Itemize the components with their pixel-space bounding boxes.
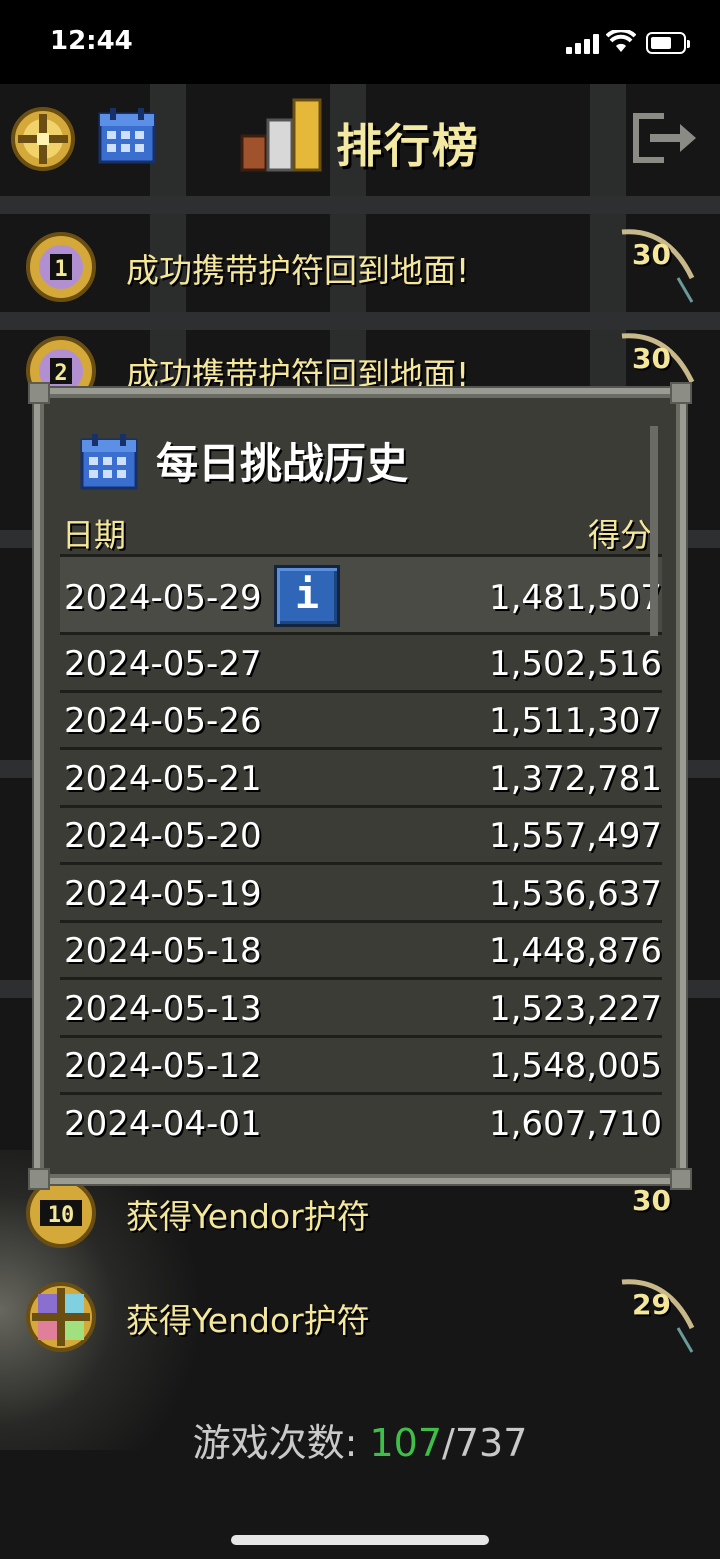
history-row[interactable]: 2024-05-18 1,448,876 (60, 919, 662, 978)
amulet-icon (26, 1282, 96, 1352)
column-header-score: 得分 (587, 516, 652, 554)
rank-medal-icon: 1 (26, 232, 96, 302)
history-row[interactable]: 2024-05-19 1,536,637 (60, 862, 662, 920)
history-row[interactable]: 2024-05-21 1,372,781 (60, 747, 662, 805)
scrollbar[interactable] (650, 426, 658, 636)
history-score: 1,557,497 (488, 816, 662, 856)
history-row[interactable]: 2024-05-12 1,548,005 (60, 1034, 662, 1093)
ranking-row[interactable]: 1 成功携带护符回到地面! 30 (0, 218, 720, 318)
history-score: 1,502,516 (488, 643, 662, 684)
history-date: 2024-04-01 (64, 1103, 262, 1144)
ranking-label: 获得Yendor护符 (126, 1301, 370, 1340)
ranking-score: 30 (632, 342, 671, 375)
status-time: 12:44 (50, 26, 133, 56)
rank-number: 10 (48, 1203, 75, 1228)
ranking-label: 成功携带护符回到地面! (126, 251, 470, 290)
dialog-title: 每日挑战历史 (156, 439, 409, 488)
column-header-date: 日期 (62, 516, 127, 554)
calendar-icon[interactable] (98, 106, 156, 164)
daily-history-dialog: 每日挑战历史 日期 得分 2024-05-29 i 1,481,507 2024… (28, 382, 692, 1190)
rank-number: 2 (54, 361, 67, 386)
ranking-label: 获得Yendor护符 (126, 1197, 370, 1236)
games-played-label: 游戏次数: (192, 1421, 370, 1465)
exit-icon[interactable] (630, 112, 702, 164)
signal-icon (566, 34, 600, 54)
history-row[interactable]: 2024-05-26 1,511,307 (60, 689, 662, 748)
wifi-icon (606, 30, 636, 52)
history-row[interactable]: 2024-04-01 1,607,710 (60, 1092, 662, 1150)
battery-icon (646, 32, 690, 54)
history-date: 2024-05-18 (64, 931, 262, 971)
history-row[interactable]: 2024-05-20 1,557,497 (60, 804, 662, 863)
history-date: 2024-05-13 (64, 988, 262, 1029)
history-date: 2024-05-27 (64, 643, 262, 684)
history-score: 1,523,227 (488, 988, 662, 1029)
leaderboard-icon (240, 98, 322, 172)
compass-icon[interactable] (10, 106, 76, 172)
ranking-row[interactable]: 获得Yendor护符 29 (0, 1268, 720, 1368)
history-score: 1,511,307 (488, 701, 662, 741)
games-separator: / (442, 1421, 455, 1465)
history-score: 1,448,876 (488, 931, 662, 971)
history-date: 2024-05-29 (64, 578, 262, 618)
history-score: 1,548,005 (488, 1046, 662, 1086)
ranking-score: 29 (632, 1288, 671, 1321)
rank-number: 1 (54, 257, 67, 282)
history-date: 2024-05-21 (64, 758, 262, 799)
history-date: 2024-05-12 (64, 1046, 262, 1086)
history-row[interactable]: 2024-05-29 i 1,481,507 (60, 554, 662, 632)
ranking-score: 30 (632, 238, 671, 271)
history-date: 2024-05-26 (64, 701, 262, 741)
games-played-counter: 游戏次数: 107/737 (0, 1412, 720, 1467)
history-date: 2024-05-19 (64, 873, 262, 914)
history-score: 1,536,637 (488, 873, 662, 914)
history-row[interactable]: 2024-05-27 1,502,516 (60, 632, 662, 690)
history-list[interactable]: 2024-05-29 i 1,481,507 2024-05-27 1,502,… (60, 554, 662, 1164)
calendar-icon (80, 434, 138, 490)
home-indicator[interactable] (231, 1535, 489, 1545)
history-score: 1,372,781 (488, 758, 662, 799)
status-bar: 12:44 (0, 0, 720, 84)
info-button[interactable]: i (274, 565, 340, 627)
history-score: 1,481,507 (488, 578, 662, 618)
page-title: 排行榜 (336, 119, 480, 173)
info-icon: i (294, 572, 320, 618)
history-row[interactable]: 2024-05-13 1,523,227 (60, 977, 662, 1035)
history-date: 2024-05-20 (64, 816, 262, 856)
games-played-value: 107 (369, 1421, 443, 1465)
header: 排行榜 (0, 84, 720, 194)
history-score: 1,607,710 (488, 1103, 662, 1144)
ranking-score: 30 (632, 1184, 671, 1217)
games-total-value: 737 (454, 1421, 528, 1465)
